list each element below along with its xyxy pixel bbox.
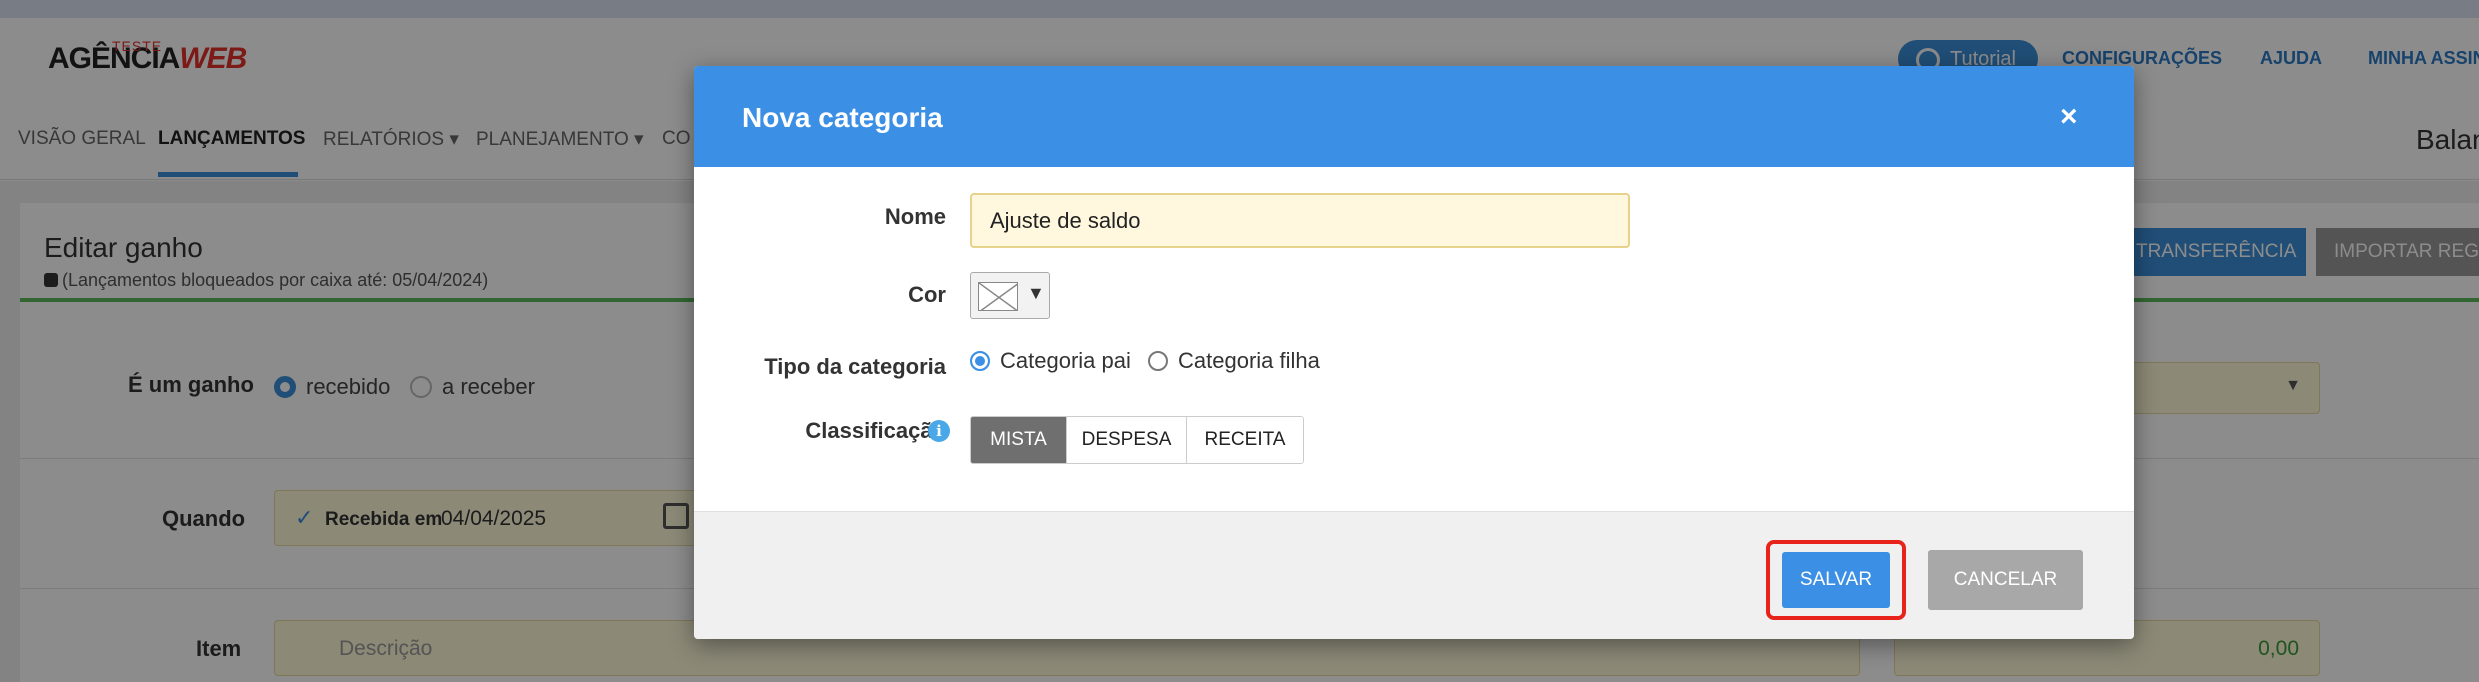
classification-label-text: Classificação <box>805 418 946 443</box>
modal-header: Nova categoria × <box>694 66 2134 167</box>
name-label: Nome <box>884 204 946 229</box>
segment-mista[interactable]: MISTA <box>971 417 1067 463</box>
info-icon[interactable]: i <box>928 420 950 442</box>
modal-footer: SALVAR CANCELAR <box>694 511 2134 639</box>
radio-parent-category-label: Categoria pai <box>1000 348 1131 373</box>
close-icon[interactable]: × <box>2060 100 2078 134</box>
radio-dot-selected <box>970 351 990 371</box>
radio-child-category[interactable]: Categoria filha <box>1148 348 1320 374</box>
dropdown-arrow-icon: ▼ <box>1027 283 1045 303</box>
modal-title: Nova categoria <box>742 102 943 133</box>
category-type-label: Tipo da categoria <box>764 354 946 379</box>
new-category-modal: Nova categoria × Nome Cor ▼ Tipo da cate… <box>694 66 2134 639</box>
radio-dot <box>1148 351 1168 371</box>
color-label: Cor <box>908 282 946 307</box>
segment-despesa[interactable]: DESPESA <box>1067 417 1187 463</box>
radio-child-category-label: Categoria filha <box>1178 348 1320 373</box>
cancel-button[interactable]: CANCELAR <box>1928 550 2083 610</box>
segment-receita[interactable]: RECEITA <box>1187 417 1303 463</box>
no-color-icon <box>979 283 1017 310</box>
save-highlight: SALVAR <box>1766 540 1906 620</box>
color-swatch <box>978 282 1018 311</box>
classification-segmented: MISTA DESPESA RECEITA <box>970 416 1304 464</box>
color-picker[interactable]: ▼ <box>970 272 1050 319</box>
classification-label: Classificação <box>694 418 946 444</box>
radio-parent-category[interactable]: Categoria pai <box>970 348 1131 374</box>
save-button[interactable]: SALVAR <box>1782 552 1890 608</box>
category-name-input[interactable] <box>970 193 1630 248</box>
